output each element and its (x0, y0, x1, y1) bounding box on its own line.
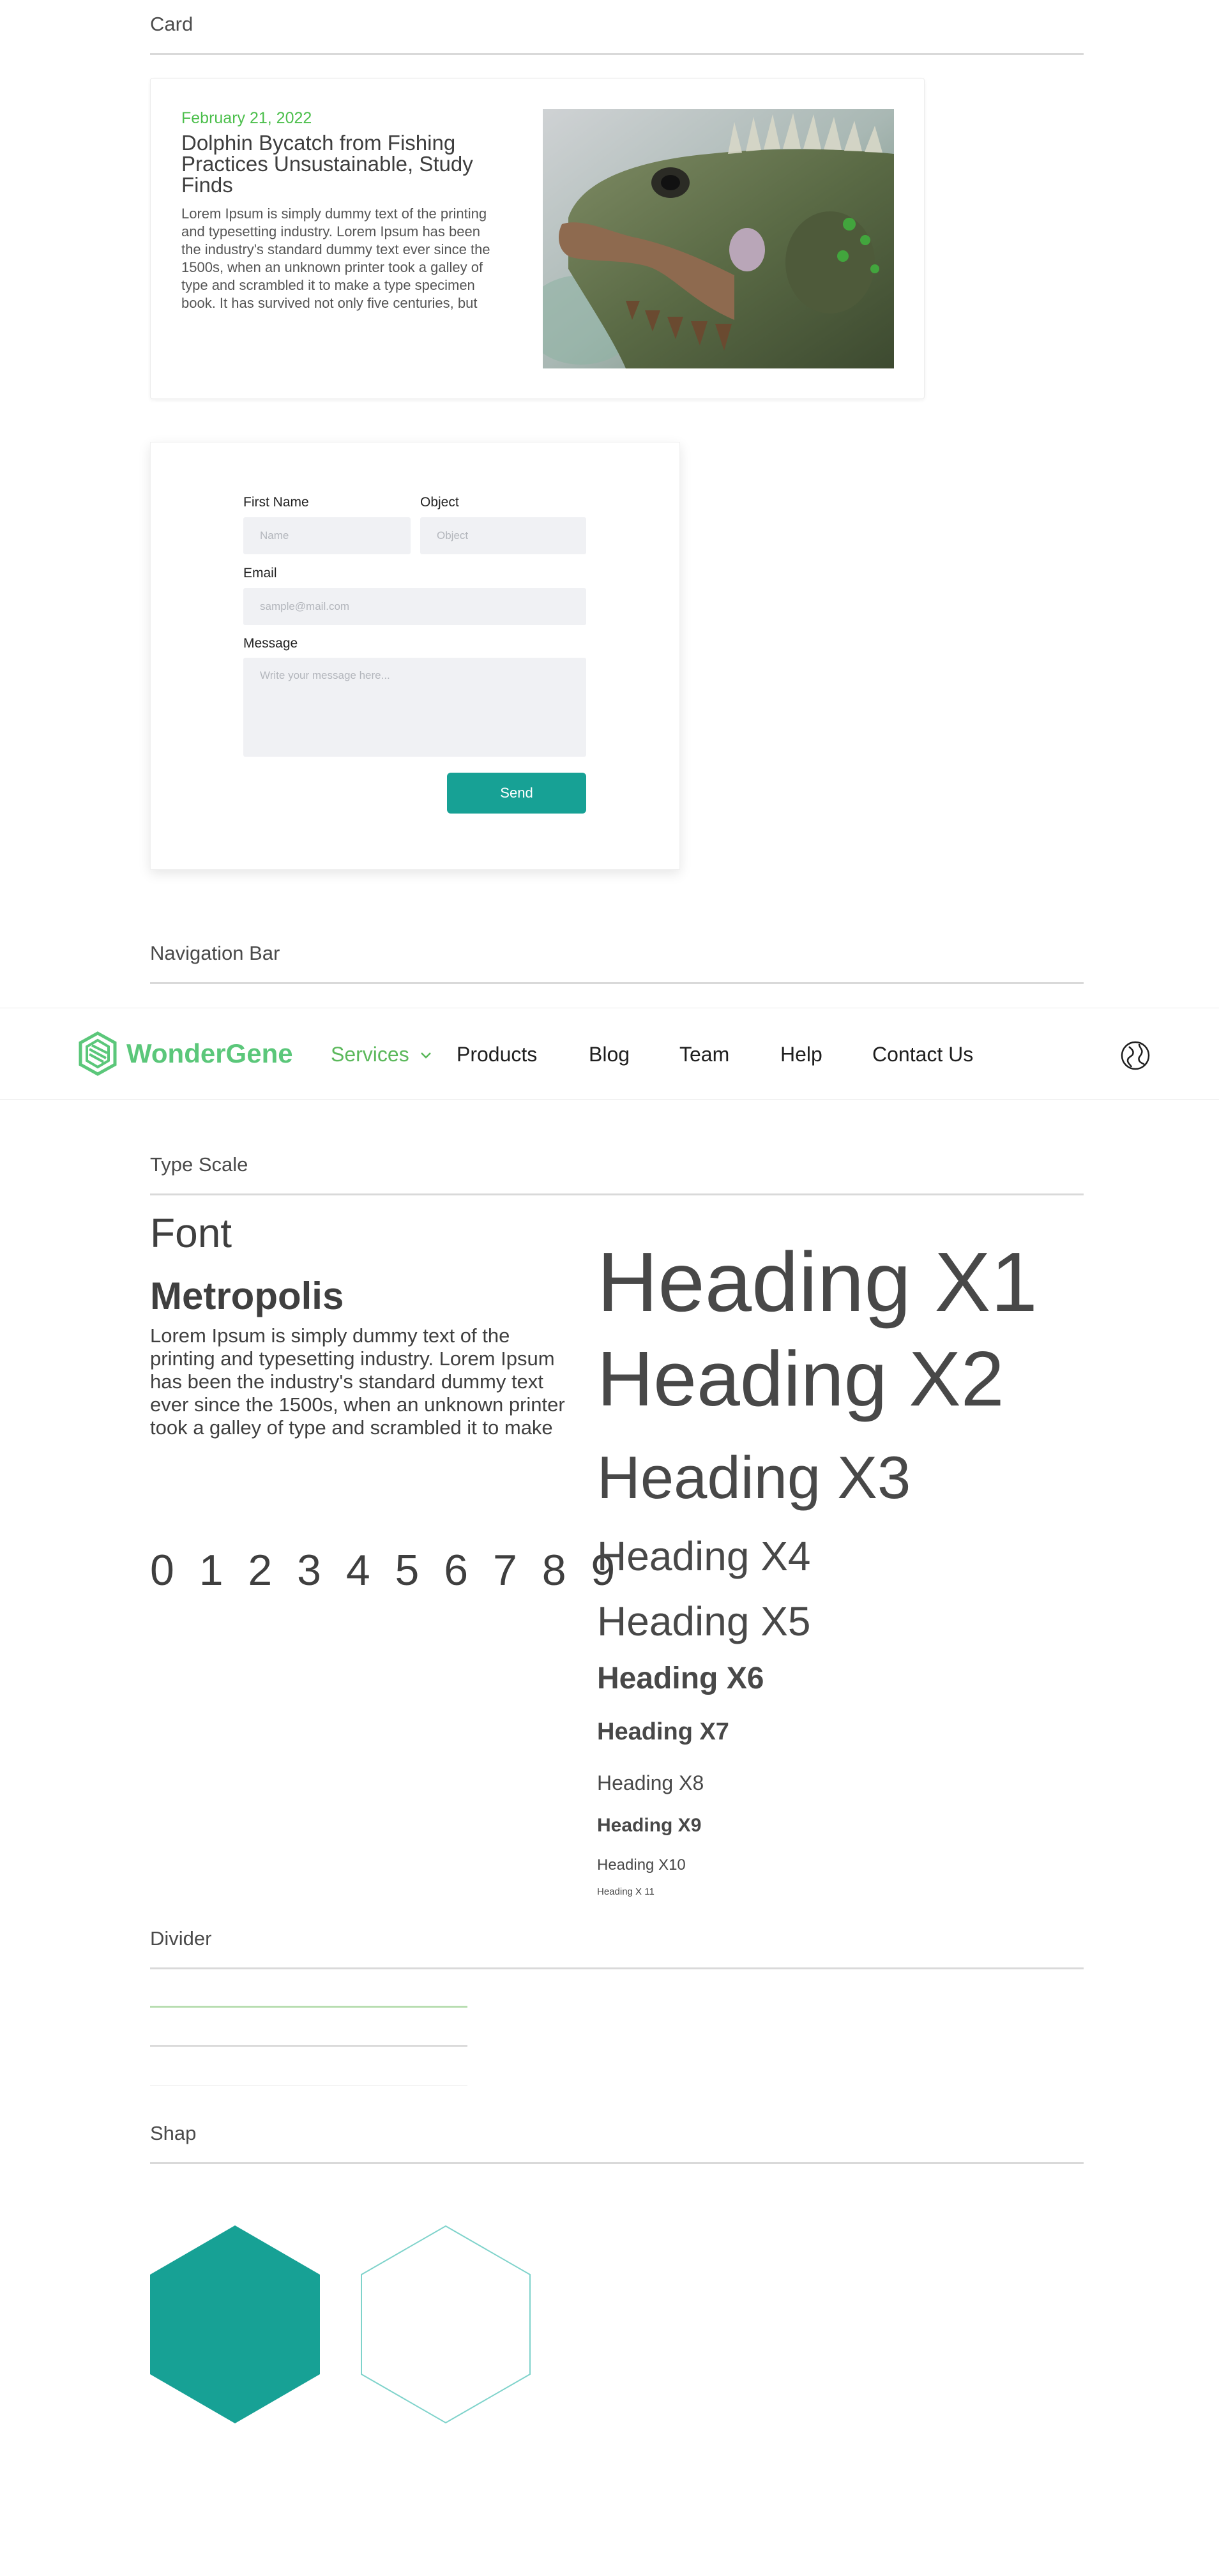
section-rule (150, 1193, 1084, 1195)
heading-x11: Heading X 11 (597, 1886, 655, 1897)
heading-x9: Heading X9 (597, 1815, 702, 1836)
heading-x3: Heading X3 (597, 1444, 911, 1511)
card-image-iguana[interactable] (543, 109, 894, 368)
send-button[interactable]: Send (447, 773, 586, 814)
message-label: Message (243, 636, 298, 651)
navigation-bar: WonderGene Services Products Blog Team H… (0, 1008, 1219, 1100)
globe-icon[interactable] (1120, 1040, 1151, 1071)
font-digits: 0 1 2 3 4 5 6 7 8 9 (150, 1546, 622, 1595)
nav-item-help[interactable]: Help (780, 1043, 822, 1066)
heading-x1: Heading X1 (597, 1235, 1038, 1329)
section-rule (150, 982, 1084, 984)
nav-item-contact-us[interactable]: Contact Us (872, 1043, 973, 1066)
email-input[interactable] (243, 588, 586, 625)
hexagon-filled-shape (150, 2225, 320, 2423)
first-name-label: First Name (243, 495, 309, 510)
article-card[interactable]: February 21, 2022 Dolphin Bycatch from F… (150, 78, 925, 399)
section-title-card: Card (150, 13, 193, 35)
divider-light (150, 2085, 467, 2086)
heading-x7: Heading X7 (597, 1718, 729, 1745)
section-title-navigation: Navigation Bar (150, 942, 280, 964)
nav-item-blog[interactable]: Blog (589, 1043, 630, 1066)
font-sample-text: Lorem Ipsum is simply dummy text of the … (150, 1324, 565, 1439)
first-name-input[interactable] (243, 517, 411, 554)
brand-name: WonderGene (126, 1038, 293, 1068)
heading-x5: Heading X5 (597, 1598, 811, 1644)
font-label: Font (150, 1210, 232, 1256)
card-excerpt: Lorem Ipsum is simply dummy text of the … (181, 206, 490, 311)
heading-x8: Heading X8 (597, 1771, 704, 1794)
nav-item-products[interactable]: Products (457, 1043, 537, 1066)
font-name: Metropolis (150, 1275, 344, 1317)
object-input[interactable] (420, 517, 586, 554)
heading-x6: Heading X6 (597, 1662, 764, 1695)
nav-item-services[interactable]: Services (331, 1043, 432, 1066)
section-title-divider: Divider (150, 1927, 212, 1950)
nav-item-label: Services (331, 1043, 409, 1066)
iguana-illustration (543, 109, 894, 368)
email-label: Email (243, 566, 277, 580)
divider-green (150, 2006, 467, 2008)
chevron-down-icon (420, 1052, 431, 1059)
heading-x4: Heading X4 (597, 1533, 811, 1579)
message-textarea[interactable] (243, 658, 586, 757)
heading-x2: Heading X2 (597, 1335, 1004, 1422)
card-title[interactable]: Dolphin Bycatch from Fishing Practices U… (181, 132, 501, 195)
hexagon-outline-shape (361, 2225, 531, 2423)
contact-form: First Name Object Email Message Send (150, 442, 680, 870)
heading-x10: Heading X10 (597, 1856, 686, 1874)
card-date: February 21, 2022 (181, 109, 312, 127)
section-rule (150, 2162, 1084, 2164)
nav-item-team[interactable]: Team (679, 1043, 729, 1066)
divider-gray (150, 2045, 467, 2047)
brand-logo[interactable]: WonderGene (78, 1031, 293, 1076)
section-rule (150, 1967, 1084, 1969)
section-title-shape: Shap (150, 2122, 197, 2144)
object-label: Object (420, 495, 459, 510)
section-title-type-scale: Type Scale (150, 1153, 248, 1176)
section-rule (150, 53, 1084, 55)
hexagon-logo-icon (79, 1031, 117, 1076)
